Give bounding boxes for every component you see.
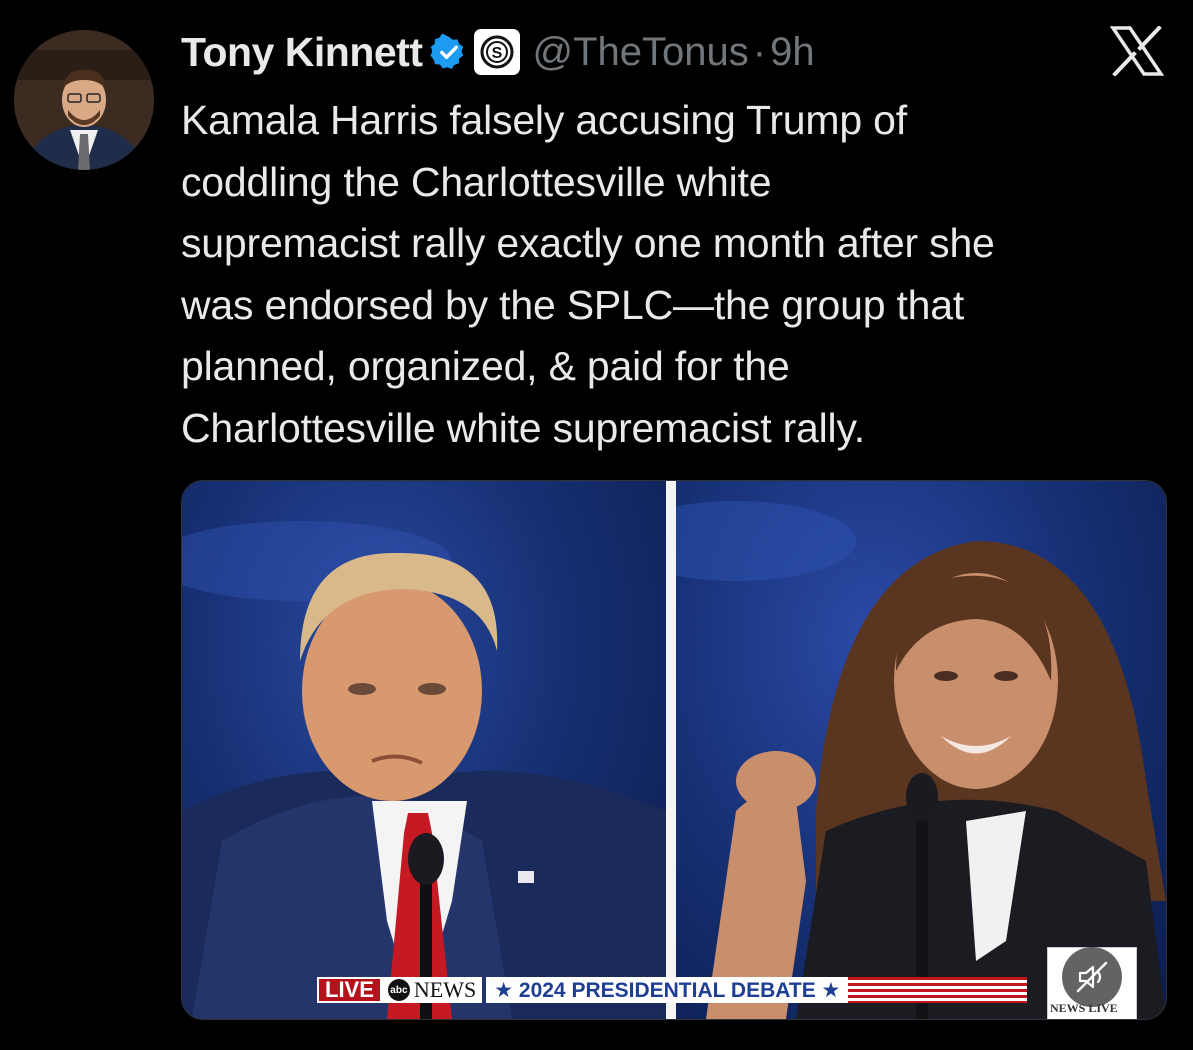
tweet-text: Kamala Harris falsely accusing Trump of … bbox=[181, 97, 995, 451]
network-name: NEWS bbox=[413, 977, 477, 1002]
timestamp[interactable]: 9h bbox=[770, 30, 815, 75]
event-label: ★ 2024 PRESIDENTIAL DEBATE ★ bbox=[486, 977, 849, 1003]
live-label: LIVE bbox=[317, 977, 382, 1003]
svg-text:S: S bbox=[492, 45, 503, 62]
user-handle[interactable]: @TheTonus bbox=[532, 30, 748, 75]
avatar[interactable] bbox=[14, 30, 154, 170]
mute-icon[interactable] bbox=[1062, 947, 1122, 1007]
display-name[interactable]: Tony Kinnett bbox=[181, 29, 423, 76]
debate-video-left bbox=[182, 481, 666, 1019]
debate-video-right bbox=[676, 481, 1166, 1019]
x-logo-icon bbox=[1109, 25, 1165, 77]
tweet-media[interactable]: LIVE abc NEWS ★ 2024 PRESIDENTIAL DEBATE… bbox=[181, 480, 1167, 1020]
flag-stripes bbox=[848, 977, 1027, 1003]
news-lower-third: LIVE abc NEWS ★ 2024 PRESIDENTIAL DEBATE… bbox=[317, 977, 1027, 1003]
split-divider bbox=[666, 481, 676, 1019]
network-label: abc NEWS bbox=[381, 977, 483, 1003]
network-logo-icon: abc bbox=[387, 979, 410, 1001]
dollar-circle-icon[interactable]: S bbox=[474, 29, 521, 75]
verified-badge-icon bbox=[430, 33, 468, 71]
tweet-header: Tony Kinnett S @TheTonus · 9h bbox=[181, 26, 815, 78]
separator-dot: · bbox=[752, 29, 767, 74]
